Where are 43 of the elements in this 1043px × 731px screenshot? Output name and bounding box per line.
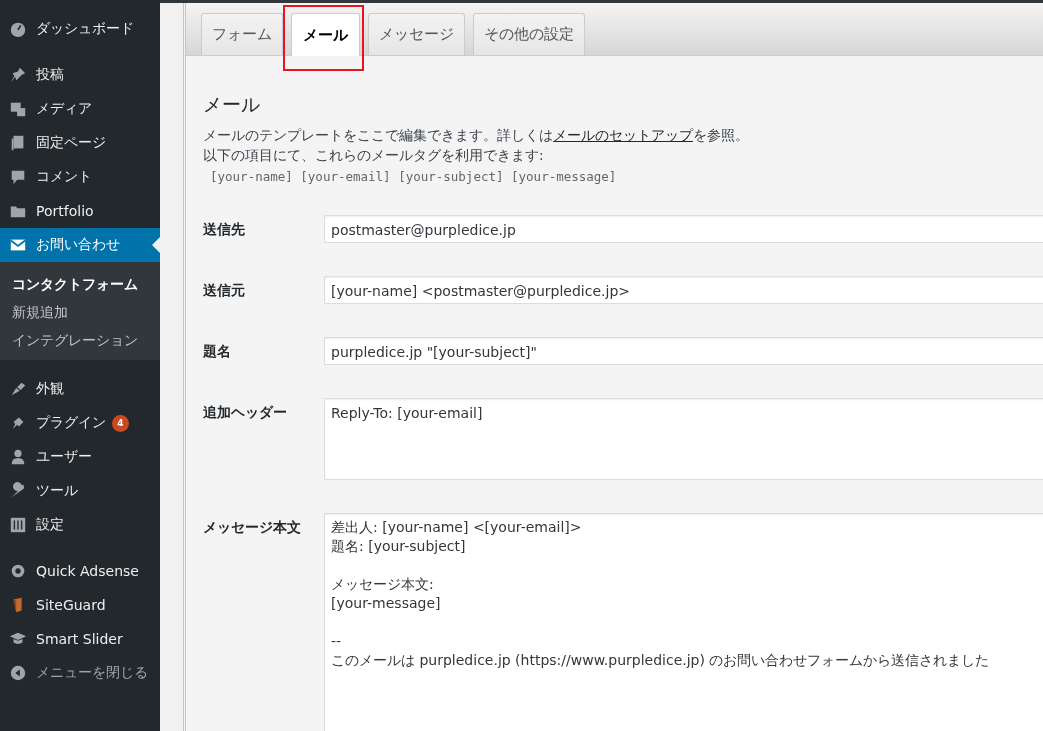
tab[interactable]: その他の設定	[473, 13, 585, 55]
sidebar-item[interactable]: 固定ページ	[0, 126, 160, 160]
field-label: 追加ヘッダー	[203, 403, 288, 422]
comment-icon	[9, 168, 27, 186]
sidebar-item[interactable]: Smart Slider	[0, 622, 160, 656]
section-title: メール	[203, 92, 261, 117]
sidebar-item[interactable]: 投稿	[0, 58, 160, 92]
sidebar-item[interactable]: ユーザー	[0, 440, 160, 474]
sidebar-item[interactable]: ダッシュボード	[0, 12, 160, 46]
submenu-item[interactable]: 新規追加	[0, 298, 160, 326]
input-field[interactable]: postmaster@purpledice.jp	[324, 215, 1043, 243]
tab[interactable]: メール	[291, 13, 360, 56]
sidebar-item[interactable]: プラグイン 4	[0, 406, 160, 440]
field-label: メッセージ本文	[203, 518, 302, 537]
sidebar-item[interactable]: コメント	[0, 160, 160, 194]
textarea-field[interactable]: 差出人: [your-name] <[your-email]> 題名: [your-subject] メッセージ本文: [your-message] -- このメールは purpledice.jp (https://www.purpledice.jp) のお問い合わせフォームから送信されました	[324, 513, 1043, 731]
sidebar-item[interactable]: SiteGuard	[0, 588, 160, 622]
sidebar-item[interactable]: 外観	[0, 372, 160, 406]
sidebar-item[interactable]: Quick Adsense	[0, 554, 160, 588]
setup-link[interactable]: メールのセットアップ	[553, 127, 693, 143]
textarea-field[interactable]: Reply-To: [your-email]	[324, 398, 1043, 480]
description-text: メールのテンプレートをここで編集できます。詳しくはメールのセットアップを参照。	[203, 126, 750, 145]
sidebar-item[interactable]: お問い合わせ	[0, 228, 160, 262]
input-field[interactable]: [your-name] <postmaster@purpledice.jp>	[324, 276, 1043, 304]
user-icon	[9, 448, 27, 466]
tab[interactable]: メッセージ	[368, 13, 465, 55]
sidebar-item[interactable]: Portfolio	[0, 194, 160, 228]
field-label: 題名	[203, 342, 232, 361]
sidebar-item[interactable]: ツール	[0, 474, 160, 508]
sidebar-item[interactable]: 設定	[0, 508, 160, 542]
mail-tags-text: [your-name] [your-email] [your-subject] [your-message]	[210, 168, 618, 186]
tab[interactable]: フォーム	[201, 13, 283, 55]
field-label: 送信元	[203, 281, 246, 300]
tags-intro-text: 以下の項目にて、これらのメールタグを利用できます:	[203, 146, 545, 165]
submenu-item[interactable]: コンタクトフォーム	[0, 270, 160, 298]
submenu-item[interactable]: インテグレーション	[0, 326, 160, 354]
count-badge: 4	[112, 414, 129, 432]
input-field[interactable]: purpledice.jp "[your-subject]"	[324, 337, 1043, 365]
brush-icon	[9, 380, 27, 398]
gauge-icon	[9, 20, 27, 38]
field-label: 送信先	[203, 220, 246, 239]
collapse-menu-button[interactable]: メニューを閉じる	[0, 656, 160, 690]
sidebar-item[interactable]: メディア	[0, 92, 160, 126]
